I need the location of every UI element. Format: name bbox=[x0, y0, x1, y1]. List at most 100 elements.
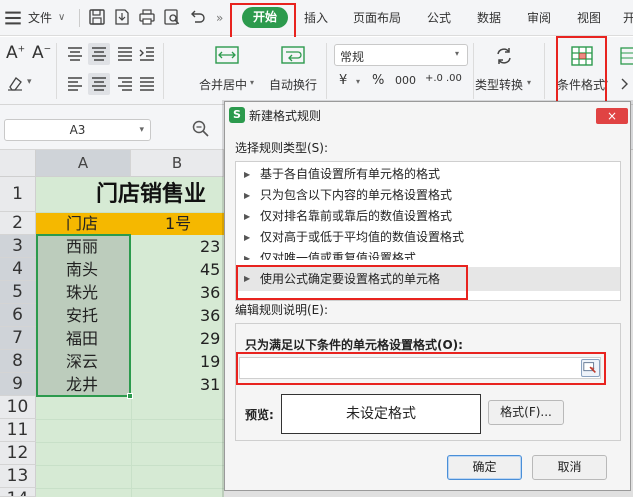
save-icon[interactable] bbox=[88, 8, 106, 26]
font-size-increase-icon[interactable]: A+ bbox=[6, 43, 25, 63]
select-all-corner[interactable] bbox=[0, 150, 36, 177]
more-tabs-chevron[interactable]: » bbox=[216, 8, 223, 28]
export-pdf-icon[interactable] bbox=[113, 8, 131, 26]
list-item-rule-type[interactable]: ▶ 仅对排名靠前或靠后的数值设置格式 bbox=[236, 206, 620, 227]
wrap-text-label[interactable]: 自动换行 bbox=[269, 76, 317, 93]
row-header-13[interactable]: 13 bbox=[0, 465, 36, 488]
header-cell-1[interactable]: 1号 bbox=[165, 212, 191, 235]
align-center-icon[interactable] bbox=[88, 73, 110, 95]
row-header-14[interactable]: 14 bbox=[0, 488, 36, 497]
undo-icon[interactable] bbox=[188, 8, 206, 26]
header-row-fill bbox=[36, 212, 224, 235]
list-item-rule-type[interactable]: ▶ 基于各自值设置所有单元格的格式 bbox=[236, 164, 620, 185]
number-format-select[interactable]: 常规 ▾ bbox=[334, 44, 468, 66]
symbol-icon[interactable] bbox=[620, 75, 633, 93]
file-menu[interactable]: 文件 bbox=[28, 8, 52, 28]
value-cell[interactable]: 19 bbox=[200, 350, 224, 373]
row-header-10[interactable]: 10 bbox=[0, 396, 36, 419]
file-menu-chevron-icon[interactable]: ∨ bbox=[58, 8, 65, 28]
merge-chevron-icon[interactable]: ▾ bbox=[250, 78, 254, 87]
tab-page-layout[interactable]: 页面布局 bbox=[353, 8, 401, 28]
align-right-icon[interactable] bbox=[116, 75, 134, 93]
tab-more[interactable]: 开 bbox=[623, 8, 633, 28]
divider bbox=[56, 43, 57, 99]
rule-type-label: 基于各自值设置所有单元格的格式 bbox=[260, 167, 441, 181]
column-header-a[interactable]: A bbox=[36, 150, 131, 177]
row-header-1[interactable]: 1 bbox=[0, 177, 36, 212]
tab-data[interactable]: 数据 bbox=[477, 8, 501, 28]
list-item-rule-type[interactable]: ▶ 仅对高于或低于平均值的数值设置格式 bbox=[236, 227, 620, 248]
row-header-9[interactable]: 9 bbox=[0, 373, 36, 396]
triangle-right-icon: ▶ bbox=[244, 233, 251, 242]
row-header-8[interactable]: 8 bbox=[0, 350, 36, 373]
grid-line bbox=[36, 419, 224, 420]
value-cell[interactable]: 23 bbox=[200, 235, 224, 258]
tab-review[interactable]: 审阅 bbox=[527, 8, 551, 28]
wrap-text-icon[interactable] bbox=[281, 45, 305, 65]
align-left-icon[interactable] bbox=[66, 75, 84, 93]
currency-button[interactable]: ¥ bbox=[339, 73, 347, 88]
row-header-6[interactable]: 6 bbox=[0, 304, 36, 327]
tab-insert[interactable]: 插入 bbox=[304, 8, 328, 28]
column-header-b[interactable]: B bbox=[131, 150, 224, 177]
percent-button[interactable]: % bbox=[372, 73, 384, 88]
dialog-title-bar[interactable]: S 新建格式规则 × bbox=[225, 102, 630, 127]
list-item-rule-type[interactable]: ▶ 只为包含以下内容的单元格设置格式 bbox=[236, 185, 620, 206]
value-cell[interactable]: 45 bbox=[200, 258, 224, 281]
type-convert-chevron-icon[interactable]: ▾ bbox=[527, 78, 531, 87]
tab-view[interactable]: 视图 bbox=[577, 8, 601, 28]
zoom-icon[interactable] bbox=[191, 119, 211, 139]
tab-home[interactable]: 开始 bbox=[242, 7, 288, 28]
indent-icon[interactable] bbox=[138, 45, 156, 63]
value-cell[interactable]: 29 bbox=[200, 327, 224, 350]
value-cell[interactable]: 36 bbox=[200, 281, 224, 304]
row-header-11[interactable]: 11 bbox=[0, 419, 36, 442]
triangle-right-icon: ▶ bbox=[244, 191, 251, 200]
ok-button[interactable]: 确定 bbox=[447, 455, 522, 480]
cell-style-icon[interactable] bbox=[620, 47, 633, 65]
rule-type-label: 仅对排名靠前或靠后的数值设置格式 bbox=[260, 209, 453, 223]
format-button[interactable]: 格式(F)... bbox=[488, 400, 564, 425]
header-cell-store[interactable]: 门店 bbox=[66, 212, 98, 235]
cancel-button[interactable]: 取消 bbox=[532, 455, 607, 480]
new-format-rule-dialog: S 新建格式规则 × 选择规则类型(S): ▶ 基于各自值设置所有单元格的格式 … bbox=[224, 101, 631, 491]
clear-format-chevron-icon[interactable]: ▾ bbox=[27, 77, 32, 87]
format-preview: 未设定格式 bbox=[281, 394, 481, 434]
value-cell[interactable]: 36 bbox=[200, 304, 224, 327]
list-item-rule-type[interactable]: ▶ 仅对唯一值或重复值设置格式 bbox=[236, 248, 620, 260]
align-top-icon[interactable] bbox=[66, 45, 84, 63]
align-bottom-icon[interactable] bbox=[116, 45, 134, 63]
clear-format-icon[interactable] bbox=[6, 75, 24, 91]
name-box[interactable]: A3 ▾ bbox=[4, 119, 151, 141]
font-size-decrease-icon[interactable]: A− bbox=[32, 43, 51, 63]
print-preview-icon[interactable] bbox=[163, 8, 181, 26]
close-button[interactable]: × bbox=[596, 108, 628, 124]
decimal-increase-button[interactable]: +.0 bbox=[425, 73, 443, 84]
fill-handle[interactable] bbox=[127, 393, 133, 399]
menu-icon[interactable] bbox=[4, 9, 21, 25]
align-middle-icon[interactable] bbox=[88, 43, 110, 65]
merge-center-label[interactable]: 合并居中 bbox=[199, 76, 247, 93]
justify-icon[interactable] bbox=[138, 75, 156, 93]
row-header-4[interactable]: 4 bbox=[0, 258, 36, 281]
merge-center-icon[interactable] bbox=[215, 45, 239, 65]
row-header-5[interactable]: 5 bbox=[0, 281, 36, 304]
sheet-title-cell[interactable]: 门店销售业 bbox=[96, 177, 224, 212]
divider bbox=[163, 43, 164, 99]
value-cell[interactable]: 31 bbox=[200, 373, 224, 396]
row-header-3[interactable]: 3 bbox=[0, 235, 36, 258]
thousands-button[interactable]: 000 bbox=[395, 74, 416, 87]
row-header-7[interactable]: 7 bbox=[0, 327, 36, 350]
type-convert-icon[interactable] bbox=[494, 46, 514, 66]
rule-type-label: 仅对唯一值或重复值设置格式 bbox=[260, 251, 417, 260]
triangle-right-icon: ▶ bbox=[244, 254, 251, 260]
row-header-2[interactable]: 2 bbox=[0, 212, 36, 235]
type-convert-label[interactable]: 类型转换 bbox=[475, 76, 523, 93]
currency-chevron-icon[interactable]: ▾ bbox=[356, 77, 360, 86]
row-header-12[interactable]: 12 bbox=[0, 442, 36, 465]
decimal-decrease-button[interactable]: .00 bbox=[446, 73, 462, 84]
print-icon[interactable] bbox=[138, 8, 156, 26]
tab-formulas[interactable]: 公式 bbox=[427, 8, 451, 28]
name-box-chevron-icon[interactable]: ▾ bbox=[139, 120, 144, 140]
dialog-title: 新建格式规则 bbox=[249, 109, 322, 123]
